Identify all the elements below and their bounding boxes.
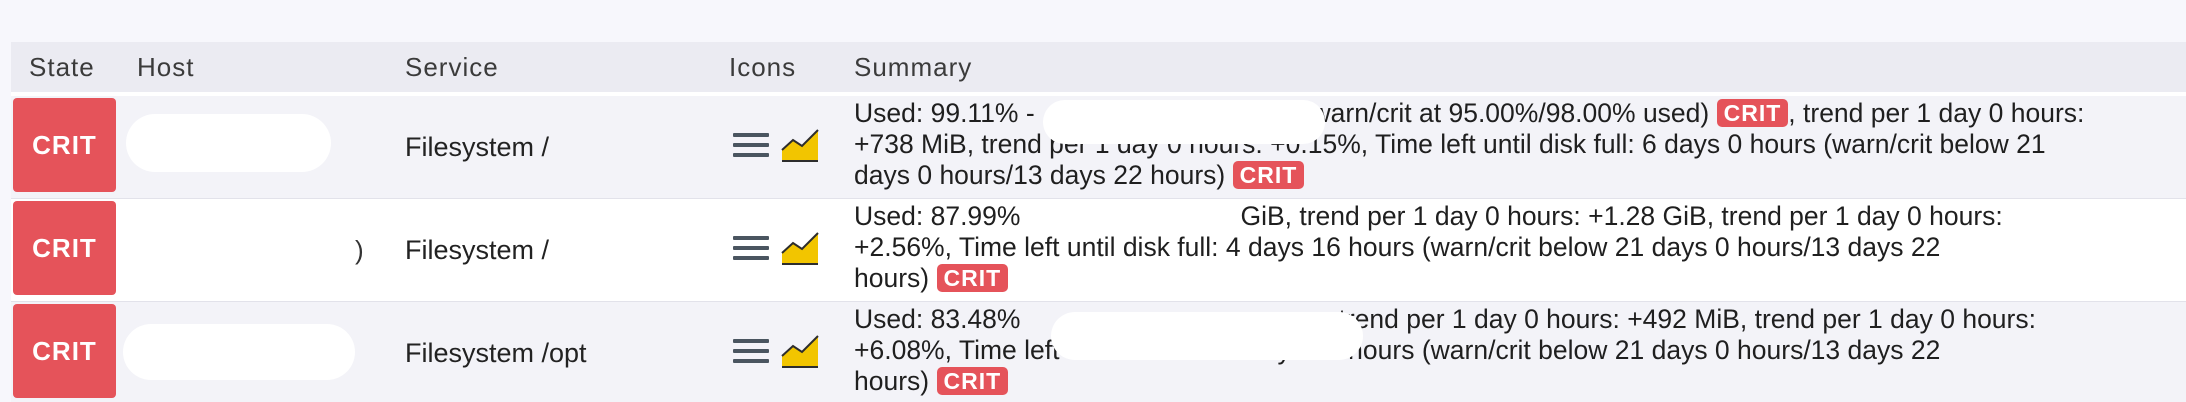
summary-text: Used: 99.11% - (854, 98, 1035, 128)
service-name[interactable]: Filesystem / (405, 199, 549, 301)
table-row: CRIT Filesystem / Used: 99.11% - (warn/cr… (11, 96, 2186, 198)
crit-badge: CRIT (936, 367, 1009, 395)
host-name-redacted[interactable] (123, 324, 355, 380)
crit-badge: CRIT (936, 264, 1009, 292)
redaction-mask (1043, 100, 1325, 144)
perfgraph-icon[interactable] (781, 231, 819, 265)
service-icons (733, 332, 823, 372)
state-badge-crit[interactable]: CRIT (13, 304, 116, 398)
column-header-state[interactable]: State (29, 42, 95, 92)
table-row: CRIT Filesystem /opt Used: 83.48% trend p… (11, 302, 2186, 402)
host-name-redacted[interactable] (126, 114, 331, 172)
service-icons (733, 229, 823, 269)
service-problems-view: State Host Service Icons Summary CRIT Fi… (0, 0, 2186, 402)
summary-text: hours) (854, 366, 930, 396)
summary-text: Used: 87.99% (854, 201, 1021, 231)
service-summary: Used: 83.48% trend per 1 day 0 hours: +49… (854, 304, 2184, 397)
table-header: State Host Service Icons Summary (11, 42, 2186, 92)
column-header-service[interactable]: Service (405, 42, 499, 92)
table-row: CRIT ) Filesystem / Used: 87.99% GiB, tre… (11, 199, 2186, 301)
service-icons (733, 126, 823, 166)
summary-text: trend per 1 day 0 hours: +492 MiB, trend… (1338, 304, 2036, 334)
summary-text: hours) (854, 263, 930, 293)
service-summary: Used: 87.99% GiB, trend per 1 day 0 hours… (854, 201, 2184, 294)
state-badge-crit[interactable]: CRIT (13, 98, 116, 192)
menu-icon[interactable] (733, 334, 769, 368)
crit-badge: CRIT (1232, 161, 1305, 189)
service-name[interactable]: Filesystem /opt (405, 302, 587, 402)
summary-text: days 0 hours/13 days 22 hours) (854, 160, 1226, 190)
host-name-fragment: ) (355, 235, 364, 265)
summary-text: GiB, trend per 1 day 0 hours: +1.28 GiB,… (1240, 201, 2003, 231)
redaction-mask (1051, 312, 1363, 360)
perfgraph-icon[interactable] (781, 334, 819, 368)
column-header-icons: Icons (729, 52, 797, 82)
summary-text: Used: 83.48% (854, 304, 1021, 334)
summary-text: , trend per 1 day 0 hours: (1788, 98, 2085, 128)
summary-text: (warn/crit at 95.00%/98.00% used) (1302, 98, 1710, 128)
service-name[interactable]: Filesystem / (405, 96, 549, 198)
services-table: State Host Service Icons Summary CRIT Fi… (11, 42, 2186, 402)
summary-text: +2.56%, Time left until disk full: 4 day… (854, 232, 1941, 262)
state-badge-crit[interactable]: CRIT (13, 201, 116, 295)
crit-badge: CRIT (1716, 99, 1789, 127)
column-header-host[interactable]: Host (137, 42, 194, 92)
column-header-summary[interactable]: Summary (854, 42, 972, 92)
menu-icon[interactable] (733, 231, 769, 265)
perfgraph-icon[interactable] (781, 128, 819, 162)
menu-icon[interactable] (733, 128, 769, 162)
